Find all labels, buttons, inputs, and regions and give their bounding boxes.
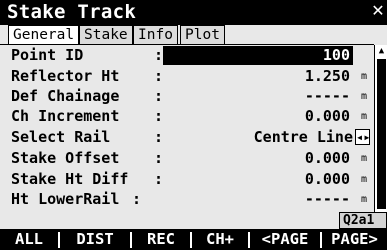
row-reflector-ht[interactable]: Reflector Ht : 1.250 m [0, 66, 374, 86]
softkey-dist[interactable]: DIST [60, 229, 130, 250]
row-ch-increment[interactable]: Ch Increment : 0.000 m [0, 106, 374, 126]
title-bar: Stake Track ✕ [0, 0, 387, 25]
field-colon: : [154, 67, 164, 85]
scroll-thumb[interactable] [377, 59, 386, 209]
ch-increment-input[interactable]: 0.000 [305, 106, 350, 126]
field-colon: : [154, 149, 164, 167]
field-label: Def Chainage [11, 87, 120, 105]
status-indicator: Q2a1 [339, 212, 387, 229]
row-select-rail[interactable]: Select Rail : Centre Line ◂▸ [0, 127, 374, 147]
field-list: Point ID : 100 Reflector Ht : 1.250 m De… [0, 45, 374, 237]
tab-stake[interactable]: Stake [79, 25, 133, 44]
select-rail-value[interactable]: Centre Line [254, 127, 353, 147]
unit-label: m [361, 71, 368, 82]
reflector-ht-input[interactable]: 1.250 [305, 66, 350, 86]
field-colon: : [154, 87, 164, 105]
row-ht-lowerrail[interactable]: Ht LowerRail : ----- m [0, 189, 374, 209]
field-colon: : [154, 128, 164, 146]
scrollbar[interactable]: ▲ ▼ [374, 45, 387, 237]
cycle-arrows-icon[interactable]: ◂▸ [355, 129, 370, 145]
field-colon: : [132, 190, 142, 208]
unit-label: m [361, 153, 368, 164]
tab-bar: General Stake Info Plot [0, 25, 387, 45]
field-label: Reflector Ht [11, 67, 120, 85]
tab-general[interactable]: General [8, 25, 80, 45]
softkey-page-prev[interactable]: <PAGE [250, 229, 320, 250]
unit-label: m [361, 194, 368, 205]
close-icon[interactable]: ✕ [370, 2, 386, 20]
field-colon: : [154, 107, 164, 125]
window-title: Stake Track [7, 1, 137, 23]
row-stake-offset[interactable]: Stake Offset : 0.000 m [0, 148, 374, 168]
softkey-rec[interactable]: REC [132, 229, 190, 250]
field-colon: : [154, 46, 164, 64]
field-label: Ch Increment [11, 107, 120, 125]
softkey-bar: ALL DIST REC CH+ <PAGE PAGE> [0, 229, 387, 250]
unit-label: m [361, 111, 368, 122]
field-colon: : [154, 170, 164, 188]
tab-info[interactable]: Info [133, 25, 178, 44]
ht-lowerrail-input[interactable]: ----- [305, 189, 350, 209]
stake-offset-input[interactable]: 0.000 [305, 148, 350, 168]
field-label: Ht LowerRail [11, 190, 120, 208]
field-label: Stake Offset [11, 149, 120, 167]
row-stake-ht-diff[interactable]: Stake Ht Diff : 0.000 m [0, 169, 374, 189]
tab-plot[interactable]: Plot [180, 25, 225, 44]
softkey-ch-plus[interactable]: CH+ [192, 229, 248, 250]
row-point-id[interactable]: Point ID : 100 [0, 45, 374, 65]
unit-label: m [361, 91, 368, 102]
scroll-up-icon[interactable]: ▲ [376, 46, 387, 57]
def-chainage-input[interactable]: ----- [305, 86, 350, 106]
unit-label: m [361, 174, 368, 185]
field-label: Point ID [11, 46, 84, 64]
field-label: Select Rail [11, 128, 111, 146]
point-id-input[interactable]: 100 [323, 45, 350, 65]
softkey-all[interactable]: ALL [0, 229, 58, 250]
softkey-page-next[interactable]: PAGE> [322, 229, 387, 250]
stake-ht-diff-input[interactable]: 0.000 [305, 169, 350, 189]
field-label: Stake Ht Diff [11, 170, 129, 188]
row-def-chainage[interactable]: Def Chainage : ----- m [0, 86, 374, 106]
